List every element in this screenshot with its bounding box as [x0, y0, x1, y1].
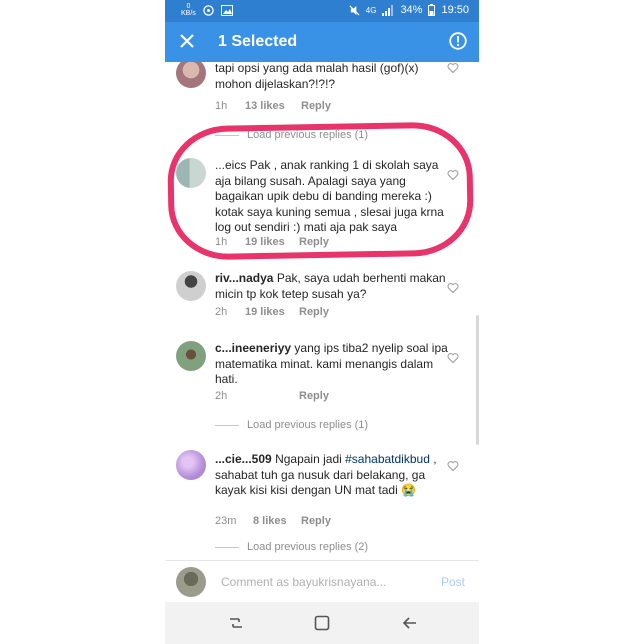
comment-meta: 2h Reply — [215, 390, 329, 402]
post-button[interactable]: Post — [441, 575, 465, 589]
avatar[interactable] — [176, 271, 206, 301]
heart-icon[interactable] — [447, 282, 459, 294]
comment-text: c...ineeneriyy yang ips tiba2 nyelip soa… — [215, 341, 455, 388]
comment-meta: 2h 19 likes Reply — [215, 306, 329, 318]
comment-likes[interactable] — [245, 390, 299, 402]
network-speed-unit: KB/s — [181, 10, 196, 17]
comment-meta: 23m 8 likes Reply — [215, 515, 331, 527]
comment-input-bar: Comment as bayukrisnayana... Post — [165, 560, 479, 603]
comment-time: 23m — [215, 515, 237, 527]
avatar[interactable] — [176, 62, 206, 88]
heart-icon[interactable] — [447, 460, 459, 472]
highlight-circle-annotation — [166, 121, 475, 261]
hashtag-link[interactable]: #sahabatdikbud — [345, 452, 430, 466]
comment-body: tapi opsi yang ada malah hasil (gof)(x) … — [215, 62, 419, 91]
comment-likes[interactable]: 13 likes — [245, 100, 301, 112]
navigation-bar — [165, 602, 479, 644]
comment-username[interactable]: ...cie...509 — [215, 452, 272, 466]
status-bar: 0 KB/s 4G 34% 19:50 — [165, 0, 479, 22]
comment-time: 2h — [215, 390, 228, 402]
load-previous-label: Load previous replies (1) — [247, 419, 369, 431]
network-speed: 0 KB/s — [181, 3, 196, 17]
comment-username[interactable]: c...ineeneriyy — [215, 341, 291, 355]
phone-screen: 0 KB/s 4G 34% 19:50 1 Selected tapi opsi… — [165, 0, 479, 644]
home-icon[interactable] — [313, 614, 331, 632]
avatar[interactable] — [176, 450, 206, 480]
network-speed-value: 0 — [186, 3, 191, 10]
battery-percent: 34% — [400, 4, 423, 16]
comment-time: 1h — [215, 100, 228, 112]
comment-username[interactable]: riv...nadya — [215, 271, 273, 285]
scrollbar[interactable] — [476, 315, 479, 445]
image-icon — [220, 4, 233, 16]
comment-input[interactable]: Comment as bayukrisnayana... — [221, 575, 386, 589]
load-previous-label: Load previous replies (2) — [247, 541, 369, 553]
battery-icon — [428, 4, 436, 16]
close-icon[interactable] — [177, 31, 197, 51]
load-previous-replies[interactable]: Load previous replies (1) — [215, 419, 368, 431]
recent-apps-icon[interactable] — [227, 614, 245, 632]
comment-text: riv...nadya Pak, saya udah berhenti maka… — [215, 271, 455, 302]
network-type: 4G — [365, 5, 377, 15]
clock: 19:50 — [441, 4, 469, 16]
sync-icon — [203, 4, 214, 16]
info-icon[interactable] — [449, 32, 467, 50]
comment-likes[interactable]: 8 likes — [253, 515, 301, 527]
avatar — [176, 567, 206, 597]
selection-app-bar: 1 Selected — [165, 22, 479, 62]
avatar[interactable] — [176, 341, 206, 371]
reply-button[interactable]: Reply — [301, 100, 331, 112]
selection-title: 1 Selected — [218, 33, 298, 50]
reply-button[interactable]: Reply — [299, 306, 329, 318]
heart-icon[interactable] — [447, 62, 459, 74]
heart-icon[interactable] — [447, 352, 459, 364]
reply-button[interactable]: Reply — [299, 390, 329, 402]
comment-time: 2h — [215, 306, 228, 318]
comment-likes[interactable]: 19 likes — [245, 306, 299, 318]
comment-text: ...cie...509 Ngapain jadi #sahabatdikbud… — [215, 452, 455, 499]
back-icon[interactable] — [401, 614, 419, 632]
signal-icon — [382, 4, 394, 16]
reply-button[interactable]: Reply — [301, 515, 331, 527]
comment-text: tapi opsi yang ada malah hasil (gof)(x) … — [215, 62, 455, 92]
comment-meta: 1h 13 likes Reply — [215, 100, 331, 112]
mute-icon — [349, 4, 360, 16]
load-previous-replies[interactable]: Load previous replies (2) — [215, 541, 368, 553]
